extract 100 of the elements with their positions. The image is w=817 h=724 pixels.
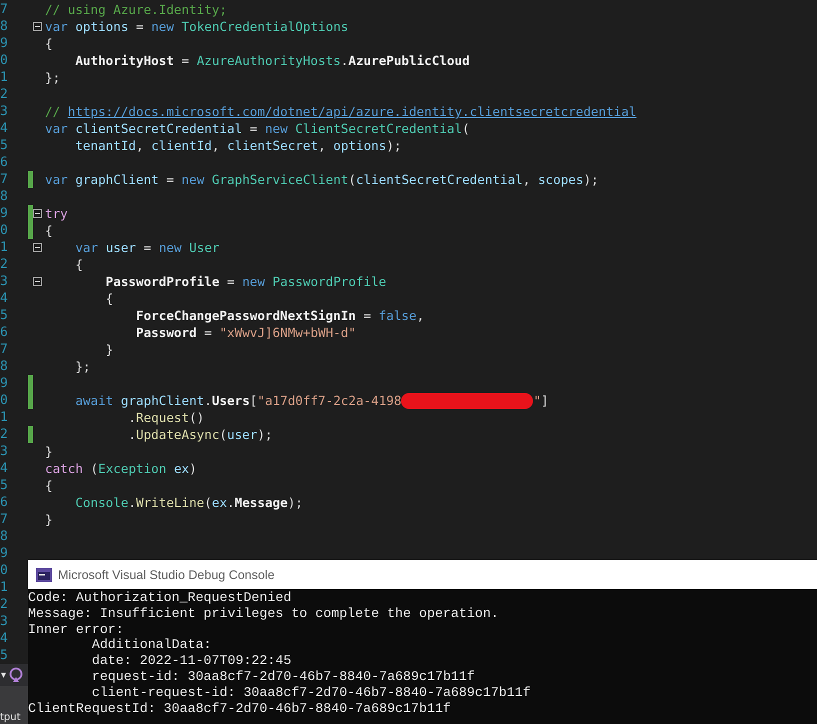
head-icon[interactable]: [8, 667, 24, 683]
console-output-line: AdditionalData:: [90, 637, 213, 654]
code-punctuation: };: [75, 359, 91, 374]
code-type: Console: [75, 495, 128, 510]
line-number: 9: [0, 376, 9, 391]
code-comment: // using Azure.Identity;: [45, 2, 227, 17]
code-punctuation: ,: [318, 138, 326, 153]
line-number: 9: [0, 546, 9, 561]
code-identifier: graphClient: [75, 172, 159, 187]
code-punctuation: );: [288, 495, 303, 510]
code-identifier: PasswordProfile: [106, 274, 220, 289]
line-number: 7: [0, 172, 9, 187]
line-number: 6: [0, 325, 9, 340]
line-number: 2: [0, 257, 9, 272]
code-type: GraphServiceClient: [212, 172, 348, 187]
code-identifier: clientSecretCredential: [75, 121, 242, 136]
line-number: 0: [0, 563, 9, 578]
line-number: 3: [0, 614, 9, 629]
line-number: 9: [0, 206, 9, 221]
code-punctuation: .: [227, 495, 235, 510]
console-output-line: Message: Insufficient privileges to complete the operation.: [28, 606, 500, 622]
code-identifier: ex: [174, 461, 190, 476]
panel-tab[interactable]: tput: [0, 712, 21, 724]
console-output-line: Code: Authorization_RequestDenied: [28, 590, 292, 606]
line-number: 0: [0, 223, 9, 238]
console-output-line: ClientRequestId: 30aa8cf7-2d70-46b7-8840-7a689c17b11f: [28, 700, 452, 716]
code-identifier: options: [75, 19, 128, 34]
code-punctuation: {: [75, 257, 83, 272]
code-punctuation: .: [128, 410, 136, 425]
code-keyword: new: [182, 172, 204, 187]
code-identifier: AzurePublicCloud: [348, 53, 470, 68]
code-punctuation: [: [250, 393, 258, 408]
code-type: User: [189, 240, 220, 255]
code-punctuation: .: [128, 495, 136, 510]
code-punctuation: {: [45, 223, 53, 238]
collapse-icon[interactable]: [33, 277, 42, 286]
code-punctuation: }: [106, 342, 114, 357]
collapse-icon[interactable]: [33, 243, 42, 252]
code-keyword: catch: [45, 461, 83, 476]
code-punctuation: );: [386, 138, 402, 153]
line-number: 4: [0, 121, 9, 136]
console-output-line: Inner error:: [28, 622, 125, 638]
code-identifier: ex: [212, 495, 228, 510]
code-keyword: await: [75, 393, 114, 408]
line-number: 5: [0, 308, 9, 323]
line-number: 1: [0, 410, 9, 425]
line-number: 1: [0, 240, 9, 255]
code-keyword: try: [45, 206, 68, 221]
line-number: 8: [0, 189, 9, 204]
code-identifier: options: [333, 138, 386, 153]
code-type: TokenCredentialOptions: [182, 19, 348, 34]
console-icon: [36, 568, 52, 582]
code-punctuation: }: [45, 512, 53, 527]
code-method: Request: [136, 410, 190, 425]
code-punctuation: ,: [136, 138, 144, 153]
line-number: 3: [0, 444, 9, 459]
line-number: 4: [0, 291, 9, 306]
line-number: 7: [0, 342, 9, 357]
collapse-icon[interactable]: [33, 209, 42, 218]
code-identifier: Users: [212, 393, 250, 408]
code-identifier: user: [227, 427, 258, 442]
console-output-line: request-id: 30aa8cf7-2d70-46b7-8840-7a689c17b11f: [90, 668, 476, 685]
code-string: ": [533, 393, 542, 408]
code-keyword: var: [45, 19, 68, 34]
code-punctuation: ,: [212, 138, 220, 153]
code-punctuation: (: [204, 495, 212, 510]
code-keyword: new: [242, 274, 265, 289]
line-number: 9: [0, 36, 9, 51]
code-punctuation: (: [219, 427, 227, 442]
line-number: 8: [0, 529, 9, 544]
code-punctuation: ,: [416, 308, 424, 323]
code-type: PasswordProfile: [272, 274, 386, 289]
code-identifier: scopes: [538, 172, 584, 187]
line-number: 5: [0, 138, 9, 153]
collapse-icon[interactable]: [33, 22, 42, 31]
code-link[interactable]: https://docs.microsoft.com/dotnet/api/azure.identity.clientsecretcredential: [68, 104, 636, 119]
code-identifier: user: [106, 240, 136, 255]
code-punctuation: =: [182, 53, 190, 68]
code-identifier: clientId: [151, 138, 212, 153]
line-number: 0: [0, 393, 9, 408]
line-number: 7: [0, 2, 9, 17]
code-punctuation: }: [45, 444, 53, 459]
line-number: 8: [0, 359, 9, 374]
code-string: "a17d0ff7-2c2a-4198: [257, 393, 402, 408]
code-string: "xWwvJ]6NMw+bWH-d": [219, 325, 356, 340]
code-punctuation: =: [363, 308, 372, 323]
code-punctuation: .: [128, 427, 136, 442]
line-number: 6: [0, 495, 9, 510]
code-punctuation: =: [227, 274, 235, 289]
dropdown-arrow[interactable]: ▾: [1, 670, 6, 680]
code-punctuation: (: [90, 461, 98, 476]
console-output-line: client-request-id: 30aa8cf7-2d70-46b7-8840-7a689c17b11f: [90, 684, 532, 701]
code-punctuation: {: [45, 36, 53, 51]
code-punctuation: );: [257, 427, 273, 442]
line-number: 5: [0, 478, 9, 493]
code-identifier: clientSecretCredential: [356, 172, 523, 187]
code-punctuation: .: [340, 53, 348, 68]
code-identifier: ForceChangePasswordNextSignIn: [136, 308, 356, 323]
code-keyword: var: [45, 121, 68, 136]
code-identifier: clientSecret: [227, 138, 318, 153]
